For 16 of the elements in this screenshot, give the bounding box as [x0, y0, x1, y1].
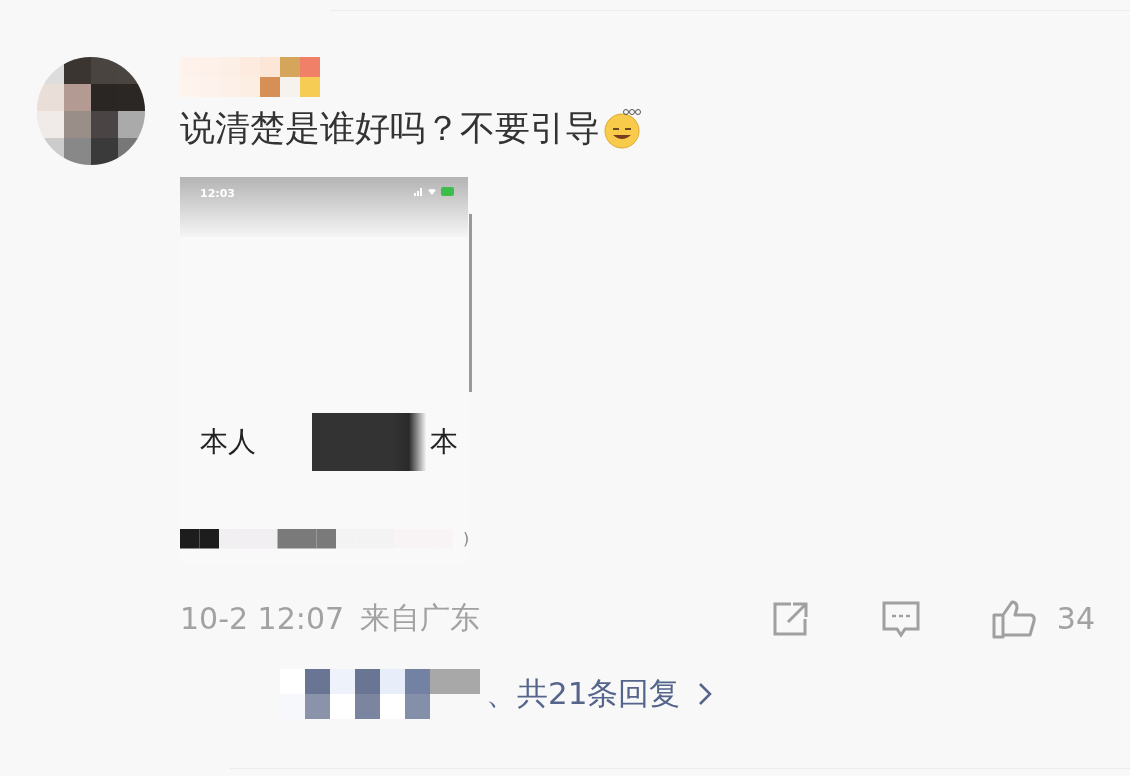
battery-icon [441, 187, 454, 196]
signal-icon [414, 187, 423, 196]
like-count: 34 [1056, 601, 1095, 636]
comment-text: 说清楚是谁好吗？不要引导 [180, 107, 600, 150]
comment-icon[interactable] [880, 599, 921, 638]
wifi-icon [428, 188, 436, 195]
timestamp: 10-2 12:07 [180, 601, 345, 636]
location-text: 来自广东 [360, 599, 481, 637]
status-time: 12:03 [200, 187, 235, 200]
chevron-right-icon[interactable] [698, 682, 713, 706]
reply-count-link[interactable]: 、共21条回复 [486, 673, 681, 715]
label-text: 本 [430, 424, 458, 460]
label-text: 本人 [200, 424, 256, 460]
bracket-text: ) [463, 529, 470, 549]
smiling-face-icon [602, 107, 644, 149]
thumbs-up-icon[interactable] [990, 598, 1037, 639]
